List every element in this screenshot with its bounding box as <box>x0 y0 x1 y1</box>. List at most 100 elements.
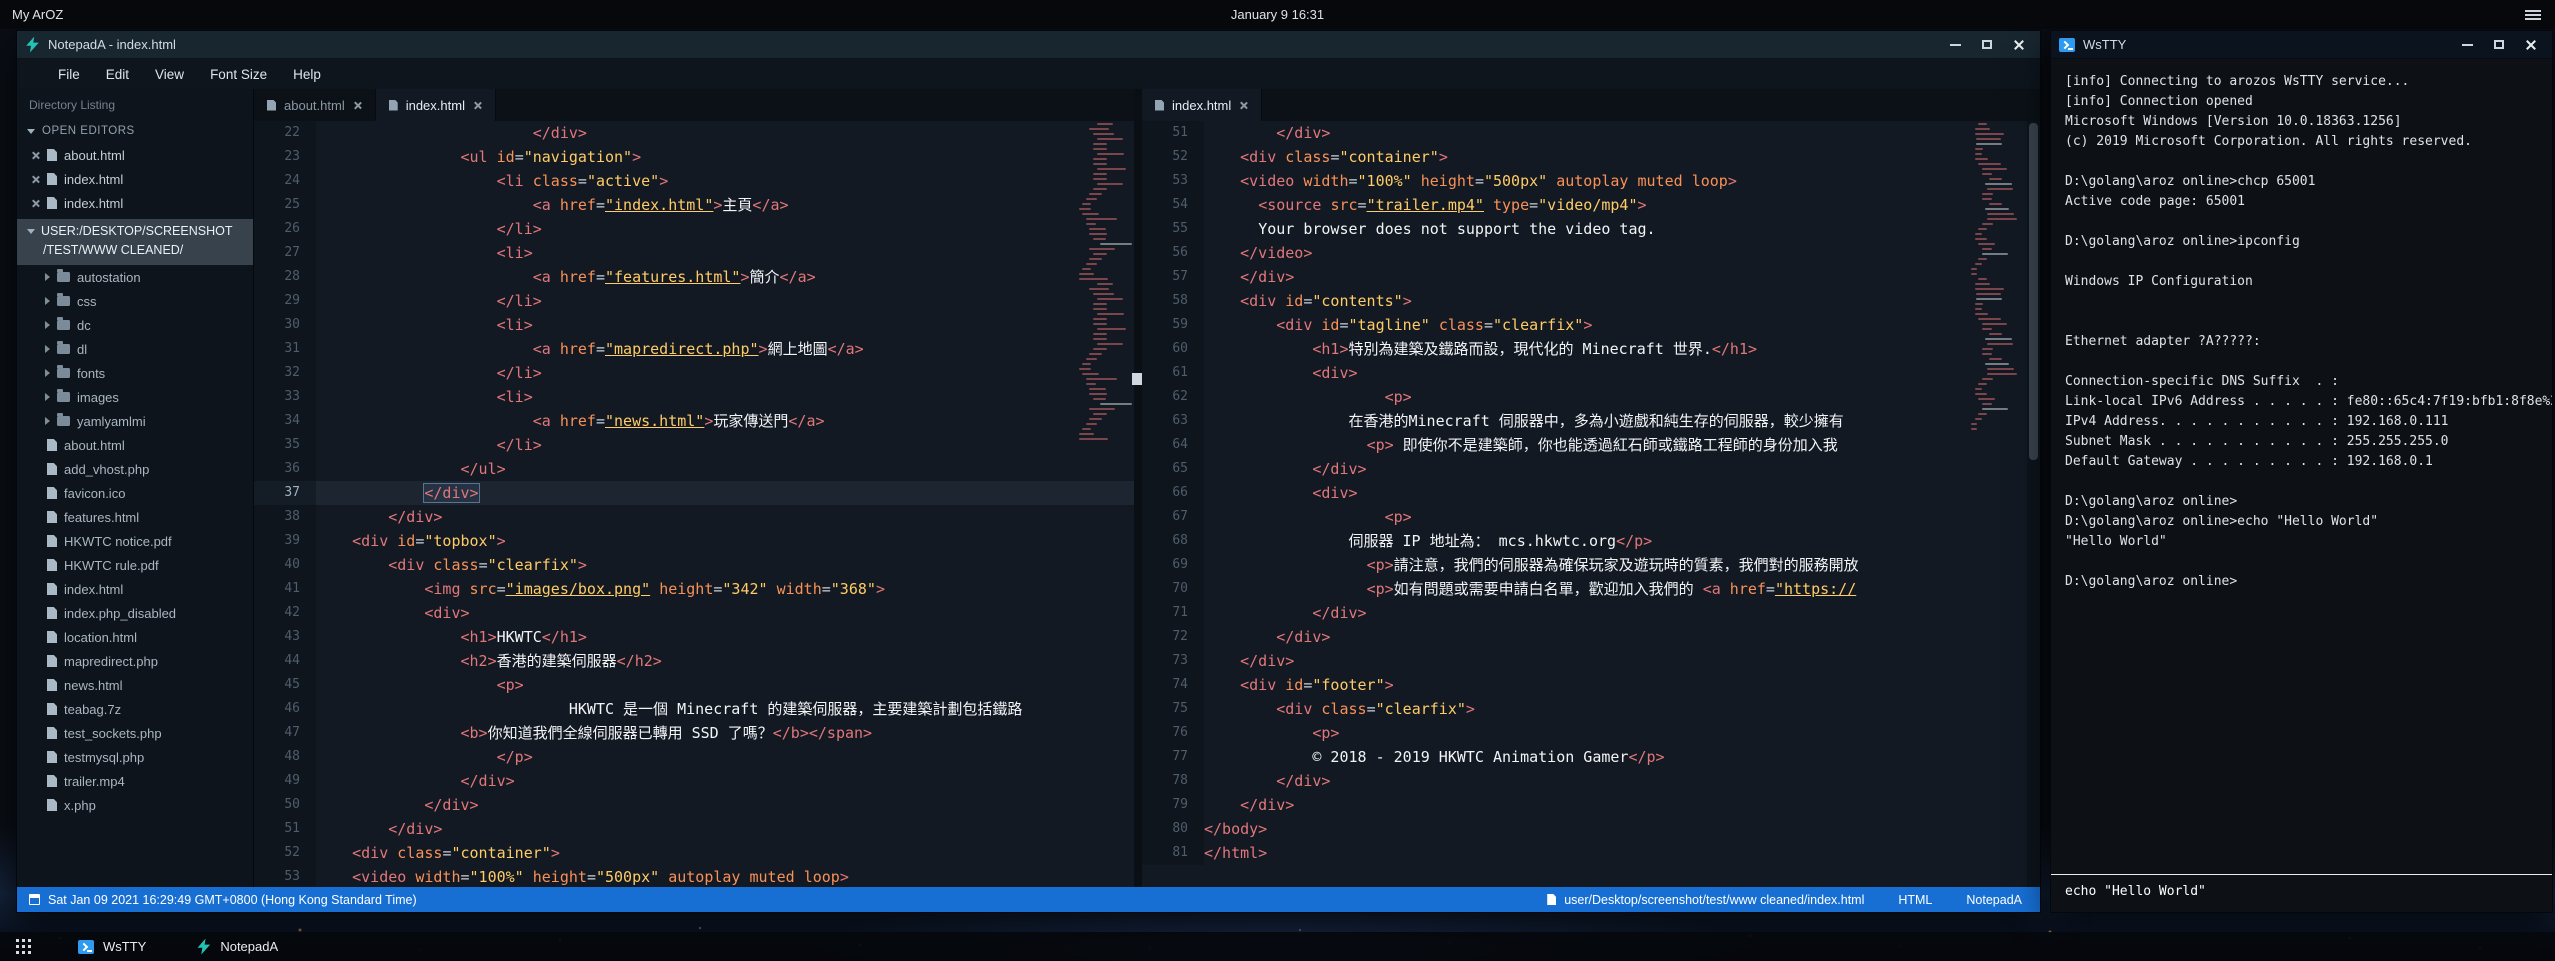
sidebar-root-folder[interactable]: USER:/DESKTOP/SCREENSHOT /TEST/WWW CLEAN… <box>17 219 253 265</box>
close-button[interactable] <box>2006 35 2032 55</box>
code-line-26[interactable]: 26 </li> <box>254 217 1134 241</box>
code-line-23[interactable]: 23 <ul id="navigation"> <box>254 145 1134 169</box>
sidebar-file-favicon.ico[interactable]: favicon.ico <box>17 481 253 505</box>
menu-file[interactable]: File <box>45 62 93 87</box>
minimize-button[interactable] <box>2454 35 2480 55</box>
code-line-25[interactable]: 25 <a href="index.html">主頁</a> <box>254 193 1134 217</box>
code-line-65[interactable]: 65 </div> <box>1142 457 2040 481</box>
sidebar-folder-css[interactable]: css <box>17 289 253 313</box>
code-line-30[interactable]: 30 <li> <box>254 313 1134 337</box>
code-line-70[interactable]: 70 <p>如有問題或需要申請白名單，歡迎加入我們的 <a href="http… <box>1142 577 2040 601</box>
sidebar-file-HKWTC notice.pdf[interactable]: HKWTC notice.pdf <box>17 529 253 553</box>
scrollbar-thumb[interactable] <box>2029 123 2038 460</box>
sidebar-file-news.html[interactable]: news.html <box>17 673 253 697</box>
sidebar-file-features.html[interactable]: features.html <box>17 505 253 529</box>
sidebar-file-HKWTC rule.pdf[interactable]: HKWTC rule.pdf <box>17 553 253 577</box>
close-editor-icon[interactable] <box>31 151 40 160</box>
code-line-59[interactable]: 59 <div id="tagline" class="clearfix"> <box>1142 313 2040 337</box>
code-line-64[interactable]: 64 <p> 即使你不是建築師，你也能透過紅石師或鐵路工程師的身份加入我 <box>1142 433 2040 457</box>
code-line-32[interactable]: 32 </li> <box>254 361 1134 385</box>
code-line-80[interactable]: 80</body> <box>1142 817 2040 841</box>
sidebar-file-location.html[interactable]: location.html <box>17 625 253 649</box>
code-line-51[interactable]: 51 </div> <box>1142 121 2040 145</box>
sidebar-folder-fonts[interactable]: fonts <box>17 361 253 385</box>
code-line-53[interactable]: 53 <video width="100%" height="500px" au… <box>1142 169 2040 193</box>
code-line-49[interactable]: 49 </div> <box>254 769 1134 793</box>
code-line-27[interactable]: 27 <li> <box>254 241 1134 265</box>
code-line-50[interactable]: 50 </div> <box>254 793 1134 817</box>
code-line-53[interactable]: 53 <video width="100%" height="500px" au… <box>254 865 1134 887</box>
minimap-right[interactable] <box>1968 123 2022 433</box>
code-line-75[interactable]: 75 <div class="clearfix"> <box>1142 697 2040 721</box>
code-line-56[interactable]: 56 </video> <box>1142 241 2040 265</box>
terminal-input[interactable]: echo "Hello World" <box>2051 874 2552 912</box>
close-editor-icon[interactable] <box>31 175 40 184</box>
code-line-52[interactable]: 52 <div class="container"> <box>254 841 1134 865</box>
sidebar-file-test_sockets.php[interactable]: test_sockets.php <box>17 721 253 745</box>
tab-index.html[interactable]: index.html <box>376 89 496 121</box>
code-line-77[interactable]: 77 © 2018 - 2019 HKWTC Animation Gamer</… <box>1142 745 2040 769</box>
close-editor-icon[interactable] <box>31 199 40 208</box>
taskbar-item-notepada[interactable]: NotepadA <box>178 932 296 961</box>
sidebar-file-x.php[interactable]: x.php <box>17 793 253 817</box>
menu-font-size[interactable]: Font Size <box>197 62 280 87</box>
code-line-44[interactable]: 44 <h2>香港的建築伺服器</h2> <box>254 649 1134 673</box>
code-line-37[interactable]: 37 </div> <box>254 481 1134 505</box>
code-line-52[interactable]: 52 <div class="container"> <box>1142 145 2040 169</box>
code-line-40[interactable]: 40 <div class="clearfix"> <box>254 553 1134 577</box>
sidebar-file-about.html[interactable]: about.html <box>17 433 253 457</box>
code-line-34[interactable]: 34 <a href="news.html">玩家傳送門</a> <box>254 409 1134 433</box>
sidebar-file-index.html[interactable]: index.html <box>17 577 253 601</box>
close-tab-icon[interactable] <box>473 101 482 110</box>
code-line-67[interactable]: 67 <p> <box>1142 505 2040 529</box>
code-line-48[interactable]: 48 </p> <box>254 745 1134 769</box>
sidebar-folder-images[interactable]: images <box>17 385 253 409</box>
menu-edit[interactable]: Edit <box>93 62 142 87</box>
sidebar-file-index.php_disabled[interactable]: index.php_disabled <box>17 601 253 625</box>
status-language-mode[interactable]: HTML <box>1898 893 1932 907</box>
code-line-41[interactable]: 41 <img src="images/box.png" height="342… <box>254 577 1134 601</box>
code-line-74[interactable]: 74 <div id="footer"> <box>1142 673 2040 697</box>
close-button[interactable] <box>2518 35 2544 55</box>
code-line-46[interactable]: 46 HKWTC 是一個 Minecraft 的建築伺服器，主要建築計劃包括鐵路 <box>254 697 1134 721</box>
close-tab-icon[interactable] <box>1239 101 1248 110</box>
aroz-menu-button[interactable]: My ArOZ <box>12 7 63 22</box>
menu-view[interactable]: View <box>142 62 197 87</box>
notepada-titlebar[interactable]: NotepadA - index.html <box>17 31 2040 59</box>
code-area-left[interactable]: 22 </div>23 <ul id="navigation">24 <li c… <box>254 121 1134 887</box>
terminal-output[interactable]: [info] Connecting to arozos WsTTY servic… <box>2051 59 2552 874</box>
code-line-76[interactable]: 76 <p> <box>1142 721 2040 745</box>
code-line-55[interactable]: 55 Your browser does not support the vid… <box>1142 217 2040 241</box>
code-line-22[interactable]: 22 </div> <box>254 121 1134 145</box>
wstty-titlebar[interactable]: WsTTY <box>2051 31 2552 59</box>
code-line-45[interactable]: 45 <p> <box>254 673 1134 697</box>
code-line-71[interactable]: 71 </div> <box>1142 601 2040 625</box>
code-line-57[interactable]: 57 </div> <box>1142 265 2040 289</box>
open-editor-index.html[interactable]: index.html <box>17 167 253 191</box>
scrollbar-track[interactable] <box>2027 121 2040 887</box>
sidebar-folder-dc[interactable]: dc <box>17 313 253 337</box>
minimize-button[interactable] <box>1942 35 1968 55</box>
code-line-66[interactable]: 66 <div> <box>1142 481 2040 505</box>
sidebar-file-add_vhost.php[interactable]: add_vhost.php <box>17 457 253 481</box>
tab-about.html[interactable]: about.html <box>254 89 376 121</box>
code-line-33[interactable]: 33 <li> <box>254 385 1134 409</box>
maximize-button[interactable] <box>2486 35 2512 55</box>
code-line-42[interactable]: 42 <div> <box>254 601 1134 625</box>
code-line-78[interactable]: 78 </div> <box>1142 769 2040 793</box>
minimap-left[interactable] <box>1072 123 1126 443</box>
status-filepath[interactable]: user/Desktop/screenshot/test/www cleaned… <box>1564 893 1864 907</box>
code-line-61[interactable]: 61 <div> <box>1142 361 2040 385</box>
code-line-54[interactable]: 54 <source src="trailer.mp4" type="video… <box>1142 193 2040 217</box>
code-line-43[interactable]: 43 <h1>HKWTC</h1> <box>254 625 1134 649</box>
sidebar-file-teabag.7z[interactable]: teabag.7z <box>17 697 253 721</box>
taskbar-item-wstty[interactable]: WsTTY <box>60 932 164 961</box>
hamburger-menu-icon[interactable] <box>2525 8 2541 22</box>
code-line-28[interactable]: 28 <a href="features.html">簡介</a> <box>254 265 1134 289</box>
open-editors-section[interactable]: OPEN EDITORS <box>17 119 253 143</box>
open-editor-about.html[interactable]: about.html <box>17 143 253 167</box>
code-line-69[interactable]: 69 <p>請注意，我們的伺服器為確保玩家及遊玩時的質素，我們對的服務開放 <box>1142 553 2040 577</box>
code-line-35[interactable]: 35 </li> <box>254 433 1134 457</box>
sidebar-file-testmysql.php[interactable]: testmysql.php <box>17 745 253 769</box>
tab-index.html[interactable]: index.html <box>1142 89 1262 121</box>
